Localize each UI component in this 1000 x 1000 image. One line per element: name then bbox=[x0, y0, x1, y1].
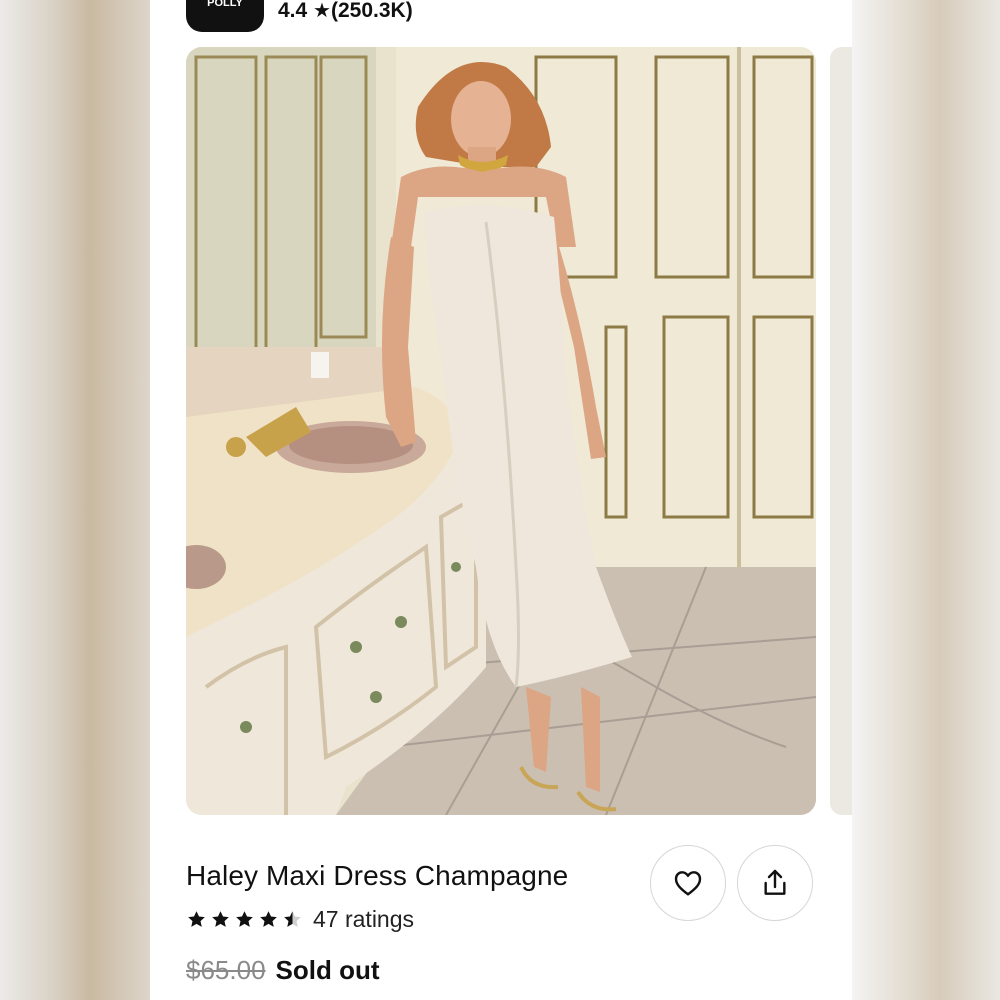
share-icon bbox=[764, 869, 786, 895]
blurred-backdrop-left bbox=[0, 0, 150, 1000]
store-logo[interactable]: POLLY bbox=[186, 0, 264, 32]
product-photo[interactable] bbox=[186, 47, 816, 815]
heart-icon bbox=[674, 871, 702, 896]
price-row: $65.00 Sold out bbox=[186, 955, 380, 986]
next-image-peek[interactable] bbox=[830, 47, 852, 815]
product-screen: POLLY 4.4 ★(250.3K) Haley Maxi Dress Cha… bbox=[150, 0, 852, 1000]
star-icon bbox=[236, 911, 253, 927]
share-button[interactable] bbox=[737, 845, 813, 921]
product-title: Haley Maxi Dress Champagne bbox=[186, 860, 569, 891]
rating-count: 47 ratings bbox=[313, 906, 415, 932]
store-rating: 4.4 ★(250.3K) bbox=[278, 0, 413, 23]
store-logo-text: POLLY bbox=[207, 0, 243, 9]
star-icon bbox=[284, 911, 301, 927]
star-icon bbox=[212, 911, 229, 927]
rating-stars bbox=[186, 909, 303, 930]
star-icon bbox=[188, 911, 205, 927]
product-rating[interactable]: 47 ratings bbox=[186, 906, 414, 933]
blurred-backdrop-right bbox=[850, 0, 1000, 1000]
original-price: $65.00 bbox=[186, 955, 266, 985]
store-rating-value: 4.4 bbox=[278, 0, 308, 22]
star-icon: ★ bbox=[313, 0, 331, 22]
store-review-count: (250.3K) bbox=[330, 0, 413, 22]
favorite-button[interactable] bbox=[650, 845, 726, 921]
star-icon bbox=[260, 911, 277, 927]
sold-out-label: Sold out bbox=[275, 955, 380, 985]
